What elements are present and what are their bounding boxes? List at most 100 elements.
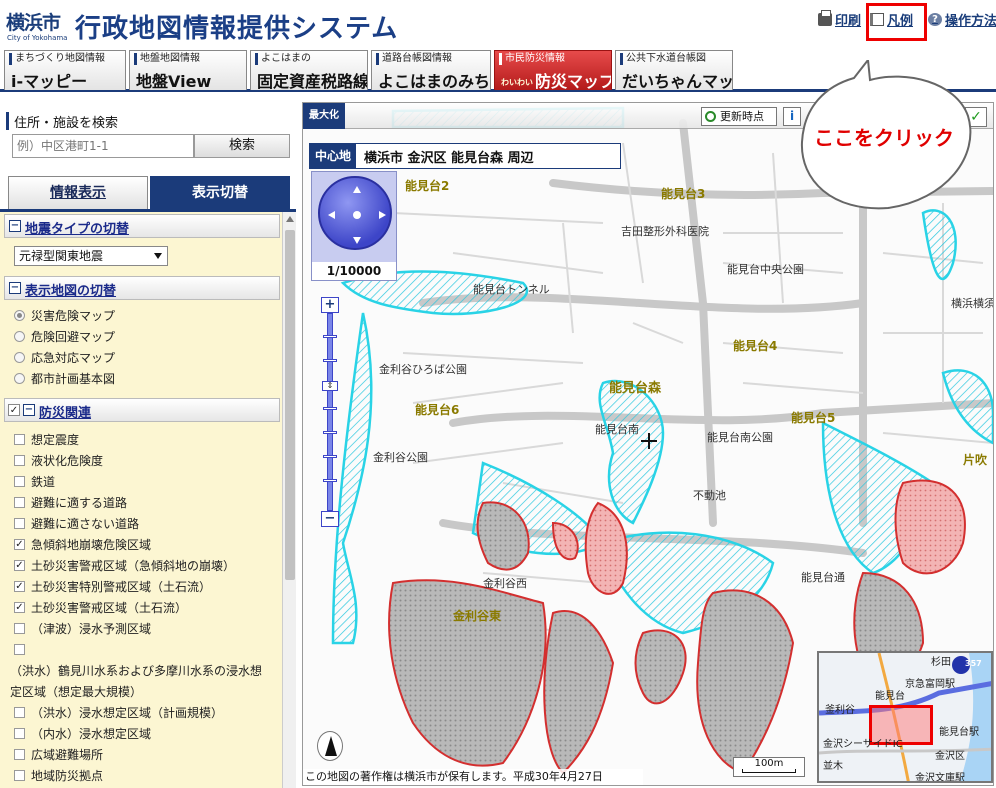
zoom-out-button[interactable]: − (321, 511, 339, 527)
pan-left-icon[interactable] (328, 211, 335, 219)
tab-display-switch[interactable]: 表示切替 (150, 176, 290, 210)
layer-list-scrollbar[interactable] (282, 212, 296, 788)
pan-down-icon[interactable] (353, 237, 361, 244)
checkbox[interactable] (14, 622, 25, 634)
zoom-slider[interactable]: + ⇕ − (321, 297, 339, 529)
collapse-icon[interactable]: − (23, 404, 35, 416)
section-map-switch[interactable]: − 表示地図の切替 (4, 276, 280, 300)
zoom-tick[interactable] (323, 479, 337, 482)
zoom-in-button[interactable]: + (321, 297, 339, 313)
tab-jiban-view[interactable]: 地盤地図情報 地盤View (129, 50, 247, 90)
checkbox[interactable] (14, 454, 25, 466)
layer-item[interactable]: 避難に適する道路 (14, 493, 127, 511)
search-title: 住所・施設を検索 (6, 112, 296, 131)
layer-label: 鉄道 (31, 474, 56, 489)
pan-up-icon[interactable] (353, 186, 361, 193)
checkbox[interactable] (14, 748, 25, 760)
quake-type-select[interactable]: 元禄型関東地震 (14, 246, 168, 266)
overview-map[interactable]: 357 杉田 京急富岡駅 金沢文庫駅 金沢区 釜利谷 金沢シーサイドIC 能見台… (817, 651, 993, 783)
checkbox[interactable] (14, 517, 25, 529)
checkbox[interactable] (14, 643, 25, 655)
layer-item[interactable]: ✓ 土砂災害警戒区域（土石流） (14, 598, 187, 616)
layer-list[interactable]: − 地震タイプの切替 元禄型関東地震 − 表示地図の切替 災害危険マップ 危険回… (0, 212, 282, 788)
tab-rosenka[interactable]: よこはまの 固定資産税路線価 (250, 50, 368, 90)
checkbox[interactable] (14, 433, 25, 445)
radio[interactable] (14, 351, 25, 363)
pan-ring[interactable] (318, 176, 392, 250)
layer-item[interactable]: ✓ 土砂災害特別警戒区域（土石流） (14, 577, 211, 595)
layer-item[interactable]: （津波）浸水予測区域 (14, 619, 151, 637)
pan-control[interactable]: 1/10000 (311, 171, 397, 281)
layer-item[interactable]: 想定震度 (14, 430, 79, 448)
tab-main-label: よこはまのみち (378, 72, 491, 90)
help-link[interactable]: ? 操作方法 (928, 10, 996, 29)
layer-item[interactable]: （内水）浸水想定区域 (14, 724, 151, 742)
scroll-thumb[interactable] (285, 230, 295, 580)
checkbox-checked[interactable]: ✓ (14, 538, 25, 550)
checkbox[interactable] (14, 727, 25, 739)
layer-item[interactable] (14, 640, 31, 658)
layer-item[interactable]: 広域避難場所 (14, 745, 103, 763)
header: 横浜市 City of Yokohama 行政地図情報提供システム 印刷 凡例 … (0, 0, 996, 50)
layer-item[interactable]: ✓ 土砂災害警戒区域（急傾斜地の崩壊） (14, 556, 235, 574)
zoom-tick[interactable] (323, 335, 337, 338)
option-label: 危険回避マップ (31, 329, 116, 344)
tab-bousai-map[interactable]: 市民防災情報 わいわい 防災マップ (494, 50, 612, 90)
section-quake-type[interactable]: − 地震タイプの切替 (4, 214, 280, 238)
zoom-tick[interactable] (323, 431, 337, 434)
checkbox-checked[interactable]: ✓ (14, 559, 25, 571)
layer-label: 避難に適する道路 (31, 495, 128, 510)
checkbox[interactable] (14, 475, 25, 487)
layer-item[interactable]: 避難に適さない道路 (14, 514, 139, 532)
collapse-icon[interactable]: − (9, 220, 21, 232)
zoom-handle[interactable]: ⇕ (322, 381, 338, 391)
copyright-notice: この地図の著作権は横浜市が保有します。平成30年4月27日 (303, 769, 643, 785)
collapse-icon[interactable]: − (9, 282, 21, 294)
tab-i-mappy[interactable]: まちづくり地図情報 i-マッピー (4, 50, 126, 90)
checkbox[interactable] (14, 706, 25, 718)
update-time-button[interactable]: 更新時点 (701, 107, 777, 126)
tab-sub-label: 地盤地図情報 (134, 53, 246, 65)
map-option[interactable]: 都市計画基本図 (14, 369, 115, 387)
search-input[interactable] (12, 134, 194, 158)
tab-daichan-map[interactable]: 公共下水道台帳図 だいちゃんマップ (615, 50, 733, 90)
radio[interactable] (14, 372, 25, 384)
maximize-button[interactable]: 最大化 (303, 103, 345, 129)
zoom-tick[interactable] (323, 359, 337, 362)
layer-label: （洪水）鶴見川水系および多摩川水系の浸水想 (10, 663, 263, 678)
overview-label: 金沢シーサイドIC (823, 739, 903, 750)
checkbox-checked[interactable]: ✓ (14, 601, 25, 613)
map-option[interactable]: 危険回避マップ (14, 327, 115, 345)
radio[interactable] (14, 330, 25, 342)
radio-selected[interactable] (14, 309, 25, 321)
layer-item[interactable]: 地域防災拠点 (14, 766, 103, 784)
tab-info-display[interactable]: 情報表示 (8, 176, 148, 210)
pan-right-icon[interactable] (379, 211, 386, 219)
layer-item[interactable]: ✓ 急傾斜地崩壊危険区域 (14, 535, 151, 553)
city-logo[interactable]: 横浜市 City of Yokohama (6, 8, 72, 46)
layer-label: 土砂災害警戒区域（急傾斜地の崩壊） (31, 558, 236, 573)
scroll-up-icon[interactable] (286, 216, 294, 222)
zoom-tick[interactable] (323, 407, 337, 410)
logo-city-english: City of Yokohama (7, 34, 68, 42)
zoom-tick[interactable] (323, 455, 337, 458)
tab-yokohama-michi[interactable]: 道路台帳図情報 よこはまのみち (371, 50, 491, 90)
tab-main-label: 地盤View (136, 72, 212, 90)
map-option[interactable]: 応急対応マップ (14, 348, 115, 366)
checkbox[interactable] (14, 769, 25, 781)
checkbox-checked[interactable]: ✓ (14, 580, 25, 592)
layer-item[interactable]: 鉄道 (14, 472, 55, 490)
scale-bar: 100m (733, 757, 805, 777)
checkbox[interactable] (14, 496, 25, 508)
search-button[interactable]: 検索 (194, 134, 290, 158)
print-link[interactable]: 印刷 (818, 10, 861, 29)
pan-center-icon[interactable] (353, 211, 361, 219)
section-checkbox[interactable]: ✓ (8, 404, 20, 416)
layer-label: 急傾斜地崩壊危険区域 (31, 537, 152, 552)
map-option[interactable]: 災害危険マップ (14, 306, 115, 324)
layer-item[interactable]: 液状化危険度 (14, 451, 103, 469)
center-location: 中心地 横浜市 金沢区 能見台森 周辺 (309, 143, 621, 169)
layer-item[interactable]: （洪水）浸水想定区域（計画規模） (14, 703, 223, 721)
tab-sub-label: 道路台帳図情報 (376, 53, 490, 65)
section-disaster[interactable]: ✓ − 防災関連 (4, 398, 280, 422)
